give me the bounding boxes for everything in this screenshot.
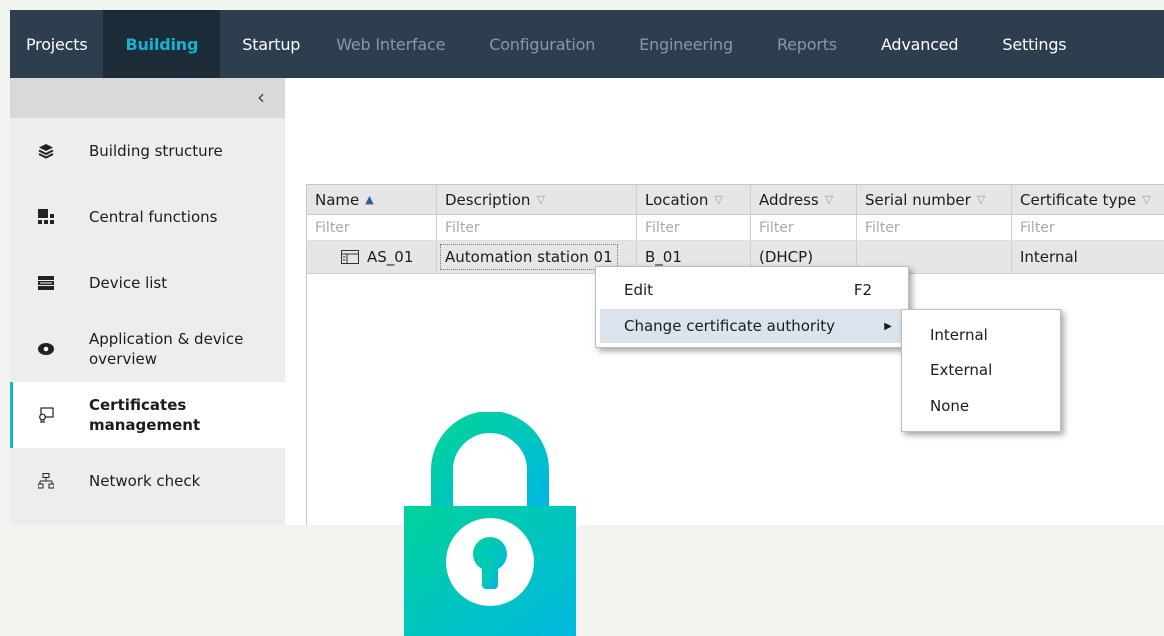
table-header: Name ▲ Description ▽ Location ▽ Address ▽ Se… (307, 184, 1164, 215)
cell-certificate-type: Internal (1020, 248, 1078, 266)
column-header-certificate-type[interactable]: Certificate type ▽ (1012, 185, 1164, 214)
filter-input-name[interactable]: Filter (307, 215, 437, 240)
context-menu: Edit F2 Change certificate authority ▶ (595, 266, 909, 348)
menu-item-change-certificate-authority[interactable]: Change certificate authority ▶ (600, 309, 904, 343)
sidebar-item-label: Device list (89, 274, 168, 292)
eye-icon (38, 341, 54, 357)
filter-input-certificate-type[interactable]: Filter (1012, 215, 1164, 240)
sidebar-item-application-device-overview[interactable]: Application & device overview (10, 316, 285, 382)
filter-input-description[interactable]: Filter (437, 215, 637, 240)
column-header-name[interactable]: Name ▲ (307, 185, 437, 214)
certificate-icon (38, 407, 54, 423)
column-header-location[interactable]: Location ▽ (637, 185, 751, 214)
tab-reports[interactable]: Reports (755, 10, 859, 78)
tab-advanced[interactable]: Advanced (859, 10, 980, 78)
sidebar: ‹ Building structure Central functions D… (10, 78, 285, 525)
sidebar-item-label: Certificates management (89, 396, 201, 434)
cell-name: AS_01 (307, 241, 437, 273)
sidebar-item-label: Building structure (89, 142, 223, 160)
filter-input-serial-number[interactable]: Filter (857, 215, 1012, 240)
tab-building[interactable]: Building (103, 10, 221, 78)
tab-projects[interactable]: Projects (10, 10, 103, 78)
tab-web-interface[interactable]: Web Interface (314, 10, 467, 78)
sort-filter-icon: ▽ (714, 193, 723, 206)
menu-item-edit[interactable]: Edit F2 (600, 273, 904, 307)
shortcut-label: F2 (853, 281, 872, 299)
sort-ascending-icon: ▲ (365, 193, 374, 206)
column-header-serial-number[interactable]: Serial number ▽ (857, 185, 1012, 214)
sort-filter-icon: ▽ (536, 193, 545, 206)
sort-filter-icon: ▽ (1142, 193, 1151, 206)
sidebar-item-device-list[interactable]: Device list (10, 250, 285, 316)
submenu-item-none[interactable]: None (930, 397, 969, 415)
network-icon (38, 473, 54, 489)
device-list-icon (38, 275, 54, 291)
tab-configuration[interactable]: Configuration (467, 10, 617, 78)
submenu-item-external[interactable]: External (930, 361, 992, 379)
submenu-certificate-authority: Internal External None (901, 309, 1061, 432)
central-functions-icon (38, 209, 54, 225)
sidebar-collapse-bar: ‹ (10, 78, 285, 118)
top-navigation: Projects Building Startup Web Interface … (10, 10, 1164, 78)
sidebar-item-network-check[interactable]: Network check (10, 448, 285, 514)
sidebar-item-label: Application & device overview (89, 330, 244, 368)
column-header-address[interactable]: Address ▽ (751, 185, 857, 214)
sidebar-item-label: Central functions (89, 208, 218, 226)
collapse-chevron-icon[interactable]: ‹ (257, 85, 265, 109)
sidebar-item-central-functions[interactable]: Central functions (10, 184, 285, 250)
filter-row: Filter Filter Filter Filter Filter Filte… (307, 215, 1164, 241)
sidebar-item-label: Network check (89, 472, 201, 490)
tab-settings[interactable]: Settings (980, 10, 1088, 78)
submenu-arrow-icon: ▶ (884, 320, 892, 332)
sidebar-item-building-structure[interactable]: Building structure (10, 118, 285, 184)
filter-input-location[interactable]: Filter (637, 215, 751, 240)
tab-startup[interactable]: Startup (220, 10, 314, 78)
filter-input-address[interactable]: Filter (751, 215, 857, 240)
column-header-description[interactable]: Description ▽ (437, 185, 637, 214)
tab-engineering[interactable]: Engineering (617, 10, 755, 78)
sort-filter-icon: ▽ (976, 193, 986, 206)
layers-icon (38, 143, 54, 159)
lock-icon (404, 411, 576, 636)
sort-filter-icon: ▽ (824, 193, 834, 206)
device-icon (341, 250, 359, 264)
sidebar-item-certificates-management[interactable]: Certificates management (10, 382, 285, 448)
submenu-item-internal[interactable]: Internal (930, 326, 988, 344)
